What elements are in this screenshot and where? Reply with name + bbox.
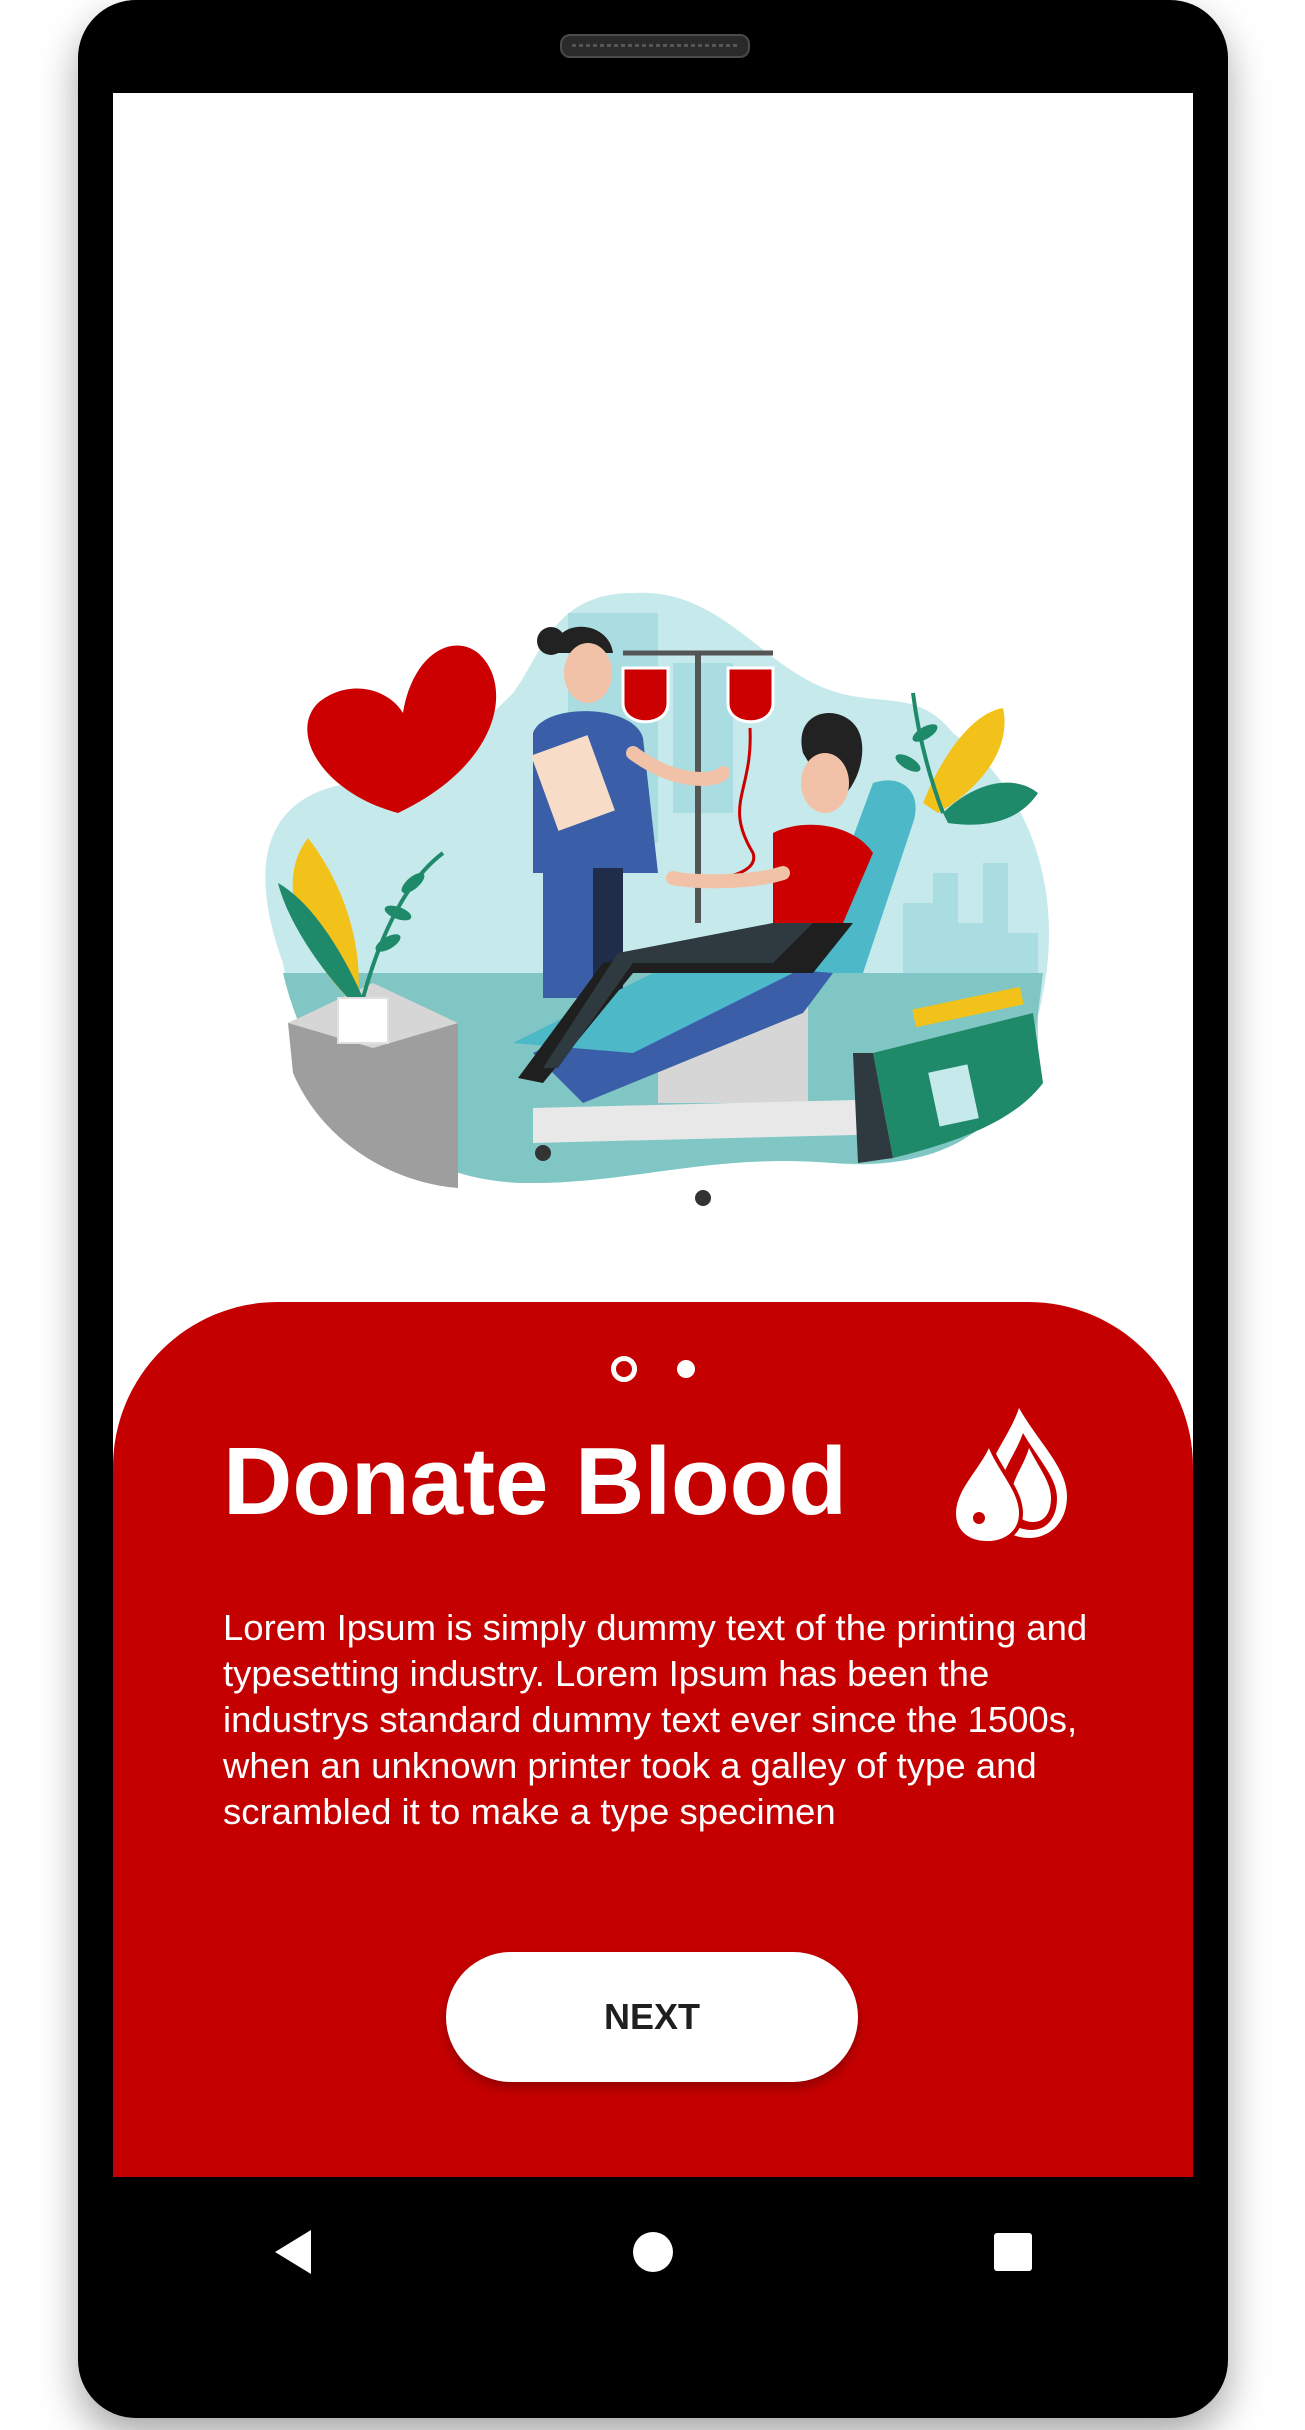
onboarding-sheet: Donate Blood Lorem Ipsum is simply dummy… (113, 1302, 1193, 2177)
nav-back-button[interactable] (248, 2207, 338, 2297)
nurse-face (564, 643, 612, 703)
nav-recents-button[interactable] (968, 2207, 1058, 2297)
nurse-bun (537, 627, 565, 655)
plant-pot (337, 997, 389, 1044)
blood-drops-icon (951, 1408, 1067, 1546)
blood-bag (726, 666, 775, 724)
page-indicator (113, 1354, 1193, 1384)
page-dot-active[interactable] (611, 1356, 637, 1382)
phone-frame: Donate Blood Lorem Ipsum is simply dummy… (78, 0, 1228, 2418)
chair-wheel (535, 1145, 551, 1161)
onboarding-description: Lorem Ipsum is simply dummy text of the … (223, 1607, 1088, 1832)
chair-wheel (695, 1190, 711, 1206)
phone-speaker (560, 34, 750, 58)
back-triangle-icon (275, 2230, 311, 2274)
blood-bag (621, 666, 670, 724)
onboarding-title: Donate Blood (223, 1428, 847, 1535)
recents-square-icon (994, 2233, 1032, 2271)
page-dot[interactable] (677, 1360, 695, 1378)
patient-arm (666, 866, 790, 889)
nav-home-button[interactable] (608, 2207, 698, 2297)
next-button[interactable]: NEXT (446, 1952, 858, 2082)
system-nav-bar (113, 2177, 1193, 2327)
window-panel (673, 663, 733, 813)
blood-donation-illustration (265, 592, 1050, 1206)
home-circle-icon (633, 2232, 673, 2272)
patient-face (801, 753, 849, 813)
app-screen: Donate Blood Lorem Ipsum is simply dummy… (113, 93, 1193, 2177)
